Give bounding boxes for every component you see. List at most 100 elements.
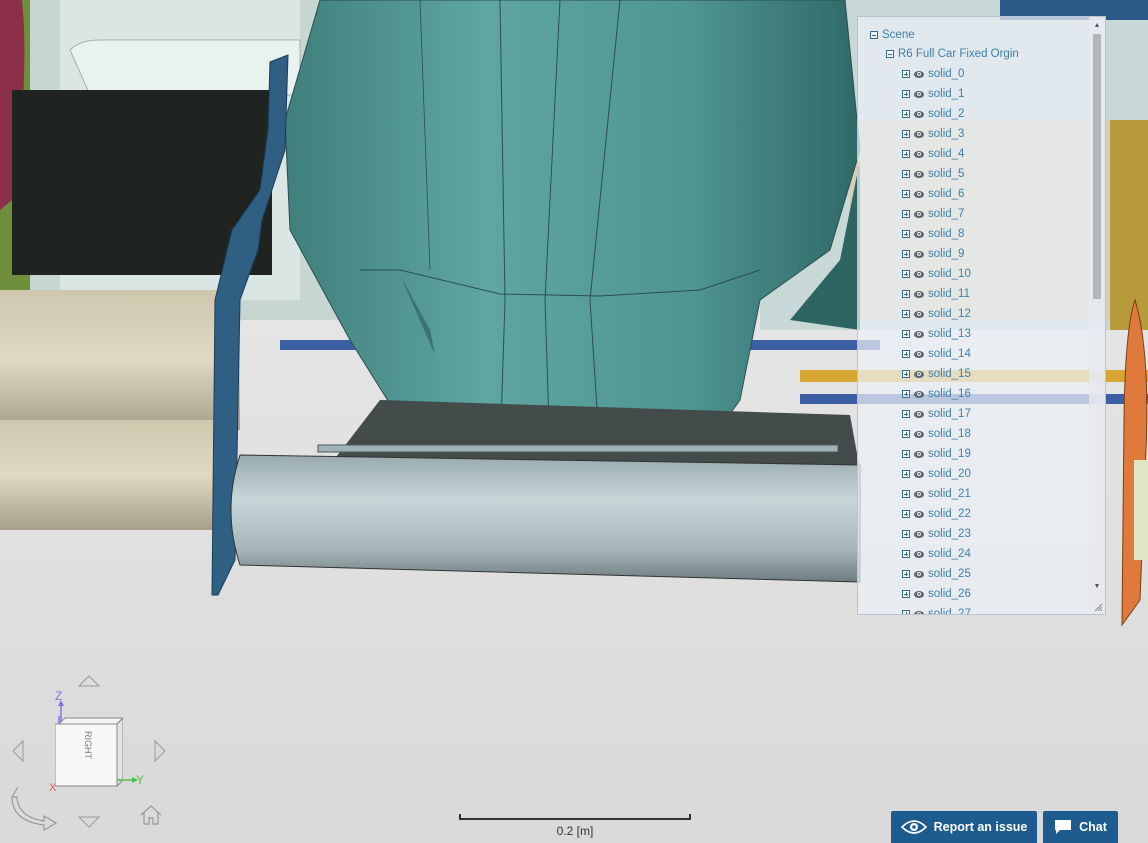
tree-item[interactable]: solid_17 (902, 404, 971, 424)
eye-icon[interactable] (914, 530, 924, 538)
chat-button[interactable]: Chat (1043, 811, 1118, 843)
expand-icon[interactable] (902, 310, 910, 318)
tree-item[interactable]: solid_15 (902, 364, 971, 384)
tree-item[interactable]: solid_18 (902, 424, 971, 444)
tree-item[interactable]: solid_16 (902, 384, 971, 404)
expand-icon[interactable] (902, 370, 910, 378)
eye-icon[interactable] (914, 310, 924, 318)
tree-item[interactable]: solid_2 (902, 104, 964, 124)
tree-item[interactable]: solid_26 (902, 584, 971, 604)
tree-item[interactable]: solid_19 (902, 444, 971, 464)
expand-icon[interactable] (902, 610, 910, 614)
eye-icon[interactable] (914, 270, 924, 278)
tree-node-assembly[interactable]: R6 Full Car Fixed Orgin (886, 44, 1019, 64)
eye-icon[interactable] (914, 90, 924, 98)
nav-left-arrow-icon[interactable] (12, 740, 24, 762)
eye-icon[interactable] (914, 590, 924, 598)
resize-grip-icon[interactable] (1093, 602, 1103, 612)
eye-icon[interactable] (914, 110, 924, 118)
tree-item[interactable]: solid_6 (902, 184, 964, 204)
collapse-icon[interactable] (870, 31, 878, 39)
report-issue-button[interactable]: Report an issue (891, 811, 1037, 843)
eye-icon[interactable] (914, 130, 924, 138)
eye-icon[interactable] (914, 490, 924, 498)
expand-icon[interactable] (902, 270, 910, 278)
tree-item[interactable]: solid_3 (902, 124, 964, 144)
expand-icon[interactable] (902, 170, 910, 178)
tree-item[interactable]: solid_22 (902, 504, 971, 524)
expand-icon[interactable] (902, 390, 910, 398)
eye-icon[interactable] (914, 450, 924, 458)
eye-icon[interactable] (914, 370, 924, 378)
eye-icon[interactable] (914, 190, 924, 198)
tree-item[interactable]: solid_20 (902, 464, 971, 484)
expand-icon[interactable] (902, 150, 910, 158)
eye-icon[interactable] (914, 290, 924, 298)
expand-icon[interactable] (902, 210, 910, 218)
tree-item[interactable]: solid_11 (902, 284, 970, 304)
nav-down-arrow-icon[interactable] (78, 816, 100, 828)
eye-icon[interactable] (914, 170, 924, 178)
eye-icon[interactable] (914, 210, 924, 218)
expand-icon[interactable] (902, 330, 910, 338)
tree-item[interactable]: solid_27 (902, 604, 971, 614)
expand-icon[interactable] (902, 250, 910, 258)
tree-node-scene[interactable]: Scene (870, 25, 915, 45)
tree-item[interactable]: solid_0 (902, 64, 964, 84)
tree-item[interactable]: solid_1 (902, 84, 964, 104)
tree-item[interactable]: solid_9 (902, 244, 964, 264)
eye-icon[interactable] (914, 510, 924, 518)
tree-item[interactable]: solid_13 (902, 324, 971, 344)
expand-icon[interactable] (902, 510, 910, 518)
eye-icon[interactable] (914, 390, 924, 398)
scroll-thumb[interactable] (1093, 34, 1101, 299)
expand-icon[interactable] (902, 570, 910, 578)
tree-item[interactable]: solid_25 (902, 564, 971, 584)
expand-icon[interactable] (902, 470, 910, 478)
eye-icon[interactable] (914, 570, 924, 578)
tree-item[interactable]: solid_8 (902, 224, 964, 244)
scene-tree-panel[interactable]: Scene R6 Full Car Fixed Orgin solid_0 solid… (857, 16, 1106, 615)
expand-icon[interactable] (902, 130, 910, 138)
eye-icon[interactable] (914, 70, 924, 78)
scroll-up-arrow-icon[interactable]: ▲ (1089, 19, 1105, 33)
expand-icon[interactable] (902, 70, 910, 78)
tree-item[interactable]: solid_5 (902, 164, 964, 184)
tree-item[interactable]: solid_14 (902, 344, 971, 364)
expand-icon[interactable] (902, 590, 910, 598)
collapse-icon[interactable] (886, 50, 894, 58)
expand-icon[interactable] (902, 90, 910, 98)
nav-right-arrow-icon[interactable] (154, 740, 166, 762)
tree-item[interactable]: solid_12 (902, 304, 971, 324)
tree-item[interactable]: solid_24 (902, 544, 971, 564)
eye-icon[interactable] (914, 250, 924, 258)
eye-icon[interactable] (914, 610, 924, 614)
eye-icon[interactable] (914, 410, 924, 418)
expand-icon[interactable] (902, 290, 910, 298)
expand-icon[interactable] (902, 490, 910, 498)
nav-up-arrow-icon[interactable] (78, 675, 100, 687)
expand-icon[interactable] (902, 230, 910, 238)
eye-icon[interactable] (914, 350, 924, 358)
tree-scrollbar[interactable]: ▲ ▼ (1089, 17, 1105, 614)
expand-icon[interactable] (902, 430, 910, 438)
expand-icon[interactable] (902, 530, 910, 538)
eye-icon[interactable] (914, 430, 924, 438)
tree-item[interactable]: solid_23 (902, 524, 971, 544)
tree-item[interactable]: solid_7 (902, 204, 964, 224)
expand-icon[interactable] (902, 450, 910, 458)
scene-tree-list[interactable]: Scene R6 Full Car Fixed Orgin solid_0 solid… (858, 17, 1089, 614)
scroll-down-arrow-icon[interactable]: ▼ (1089, 580, 1105, 594)
expand-icon[interactable] (902, 410, 910, 418)
eye-icon[interactable] (914, 550, 924, 558)
expand-icon[interactable] (902, 350, 910, 358)
eye-icon[interactable] (914, 470, 924, 478)
tree-item[interactable]: solid_10 (902, 264, 971, 284)
eye-icon[interactable] (914, 230, 924, 238)
expand-icon[interactable] (902, 110, 910, 118)
expand-icon[interactable] (902, 550, 910, 558)
tree-item[interactable]: solid_4 (902, 144, 964, 164)
expand-icon[interactable] (902, 190, 910, 198)
home-view-icon[interactable] (139, 804, 163, 826)
eye-icon[interactable] (914, 330, 924, 338)
